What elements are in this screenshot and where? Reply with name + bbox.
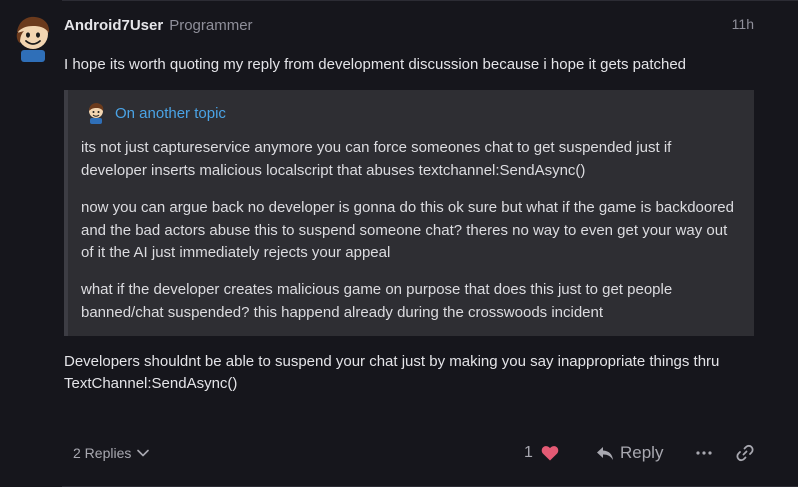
post-header: Android7User Programmer 11h — [64, 15, 754, 35]
forum-post: Android7User Programmer 11h I hope its w… — [0, 0, 798, 487]
quoted-topic-link[interactable]: On another topic — [115, 105, 226, 122]
heart-icon — [541, 446, 559, 461]
like-button[interactable]: 1 — [524, 437, 559, 469]
reply-arrow-icon — [597, 446, 613, 460]
quote-header[interactable]: On another topic — [86, 102, 226, 124]
username[interactable]: Android7User — [64, 17, 163, 34]
ellipsis-icon — [696, 451, 712, 455]
quote-block: On another topic its not just captureser… — [64, 90, 754, 336]
show-replies-button[interactable]: 2 Replies — [64, 437, 158, 469]
reply-button[interactable]: Reply — [596, 437, 663, 469]
share-link-button[interactable] — [734, 437, 756, 469]
reply-label: Reply — [620, 443, 664, 462]
replies-label: 2 Replies — [73, 445, 132, 461]
avatar[interactable] — [12, 14, 54, 62]
post-closing-text: Developers shouldnt be able to suspend y… — [64, 353, 720, 392]
link-icon — [736, 444, 754, 462]
quote-avatar — [89, 103, 104, 124]
chevron-down-icon — [137, 449, 150, 457]
quote-paragraph: what if the developer creates malicious … — [81, 281, 673, 321]
post-intro-text: I hope its worth quoting my reply from d… — [64, 56, 687, 73]
post-controls: 2 Replies 1 Reply — [64, 437, 754, 469]
more-actions-button[interactable] — [692, 437, 716, 469]
quote-paragraph: now you can argue back no developer is g… — [81, 199, 734, 261]
user-title: Programmer — [169, 16, 253, 34]
divider — [62, 0, 798, 1]
like-count: 1 — [524, 444, 533, 461]
quote-paragraph: its not just captureservice anymore you … — [81, 139, 672, 179]
post-date[interactable]: 11h — [732, 16, 754, 32]
